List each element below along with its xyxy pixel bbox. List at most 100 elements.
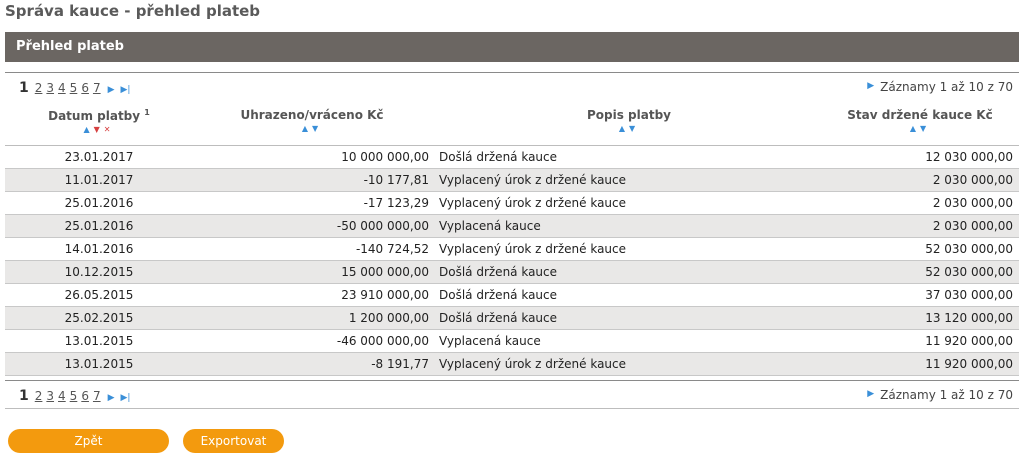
cell-date: 26.05.2015 (64, 288, 134, 302)
cell-description: Došlá držená kauce (439, 288, 558, 302)
page-link-2[interactable]: 2 (35, 81, 43, 95)
last-page-icon[interactable]: ▶| (121, 85, 131, 95)
cell-description: Vyplacený úrok z držené kauce (439, 357, 627, 371)
cell-amount: 1 200 000,00 (348, 311, 429, 325)
cell-balance: 2 030 000,00 (932, 196, 1013, 210)
table-row: 23.01.2017 10 000 000,00 Došlá držená ka… (5, 146, 1019, 169)
cell-description: Vyplacená kauce (439, 334, 541, 348)
cell-amount: -46 000 000,00 (336, 334, 429, 348)
column-header-description: Popis platby ▲▼ (435, 98, 823, 145)
cell-balance: 13 120 000,00 (925, 311, 1013, 325)
cell-description: Došlá držená kauce (439, 150, 558, 164)
pager-bottom: 1 2 3 4 5 6 7 ▶ ▶| ▶ Záznamy 1 až 10 z 70 (5, 380, 1019, 409)
cell-description: Došlá držená kauce (439, 311, 558, 325)
table-row: 13.01.2015 -8 191,77 Vyplacený úrok z dr… (5, 353, 1019, 376)
column-label-description: Popis platby (586, 108, 671, 122)
section-header: Přehled plateb (5, 32, 1019, 62)
cell-date: 11.01.2017 (64, 173, 134, 187)
cell-amount: 15 000 000,00 (341, 265, 429, 279)
records-arrow-icon: ▶ (867, 81, 875, 91)
cell-description: Došlá držená kauce (439, 265, 558, 279)
sort-ascending-icon[interactable]: ▲ (619, 124, 629, 133)
page-current: 1 (19, 388, 29, 404)
last-page-icon[interactable]: ▶| (121, 393, 131, 403)
table-row: 11.01.2017 -10 177,81 Vyplacený úrok z d… (5, 169, 1019, 192)
column-header-date: Datum platby 1 ▲▼✕ (5, 98, 193, 145)
cell-date: 25.01.2016 (64, 196, 134, 210)
remove-sort-icon[interactable]: ✕ (104, 125, 115, 134)
page-link-4[interactable]: 4 (58, 81, 66, 95)
sort-descending-icon[interactable]: ▼ (920, 124, 930, 133)
page-links: 1 2 3 4 5 6 7 ▶ ▶| (19, 80, 133, 96)
sort-ascending-icon[interactable]: ▲ (910, 124, 920, 133)
page-link-7[interactable]: 7 (93, 389, 101, 403)
cell-balance: 52 030 000,00 (925, 242, 1013, 256)
cell-balance: 52 030 000,00 (925, 265, 1013, 279)
column-label-amount: Uhrazeno/vráceno Kč (240, 108, 384, 122)
cell-date: 13.01.2015 (64, 334, 134, 348)
table-row: 25.02.2015 1 200 000,00 Došlá držená kau… (5, 307, 1019, 330)
records-info: ▶ Záznamy 1 až 10 z 70 (867, 388, 1013, 402)
cell-balance: 11 920 000,00 (925, 334, 1013, 348)
sort-descending-icon[interactable]: ▼ (312, 124, 322, 133)
sort-ascending-icon[interactable]: ▲ (83, 125, 93, 134)
records-text: Záznamy 1 až 10 z 70 (880, 80, 1013, 94)
column-label-date: Datum platby (48, 109, 141, 123)
records-arrow-icon: ▶ (867, 389, 875, 399)
page-link-5[interactable]: 5 (70, 389, 78, 403)
records-info: ▶ Záznamy 1 až 10 z 70 (867, 80, 1013, 94)
cell-balance: 2 030 000,00 (932, 219, 1013, 233)
cell-balance: 37 030 000,00 (925, 288, 1013, 302)
cell-description: Vyplacený úrok z držené kauce (439, 242, 627, 256)
cell-date: 25.01.2016 (64, 219, 134, 233)
page-link-5[interactable]: 5 (70, 81, 78, 95)
page-title: Správa kauce - přehled plateb (5, 2, 261, 20)
cell-balance: 12 030 000,00 (925, 150, 1013, 164)
export-button[interactable]: Exportovat (183, 429, 284, 453)
cell-date: 10.12.2015 (64, 265, 134, 279)
next-page-icon[interactable]: ▶ (108, 85, 115, 95)
table-row: 10.12.2015 15 000 000,00 Došlá držená ka… (5, 261, 1019, 284)
table-row: 25.01.2016 -17 123,29 Vyplacený úrok z d… (5, 192, 1019, 215)
page-link-3[interactable]: 3 (46, 389, 54, 403)
page-link-2[interactable]: 2 (35, 389, 43, 403)
cell-amount: -10 177,81 (363, 173, 429, 187)
column-label-balance: Stav držené kauce Kč (847, 108, 993, 122)
payments-table: Datum platby 1 ▲▼✕ Uhrazeno/vráceno Kč ▲… (5, 98, 1019, 376)
cell-description: Vyplacený úrok z držené kauce (439, 173, 627, 187)
cell-balance: 11 920 000,00 (925, 357, 1013, 371)
cell-amount: 23 910 000,00 (341, 288, 429, 302)
cell-date: 23.01.2017 (64, 150, 134, 164)
cell-balance: 2 030 000,00 (932, 173, 1013, 187)
cell-date: 13.01.2015 (64, 357, 134, 371)
table-row: 25.01.2016 -50 000 000,00 Vyplacená kauc… (5, 215, 1019, 238)
table-header: Datum platby 1 ▲▼✕ Uhrazeno/vráceno Kč ▲… (5, 98, 1019, 145)
sort-descending-icon[interactable]: ▼ (94, 125, 104, 134)
table-row: 26.05.2015 23 910 000,00 Došlá držená ka… (5, 284, 1019, 307)
cell-date: 14.01.2016 (64, 242, 134, 256)
page-links: 1 2 3 4 5 6 7 ▶ ▶| (19, 388, 133, 404)
page-current: 1 (19, 80, 29, 96)
page-link-7[interactable]: 7 (93, 81, 101, 95)
cell-amount: -17 123,29 (363, 196, 429, 210)
sort-ascending-icon[interactable]: ▲ (302, 124, 312, 133)
cell-amount: -140 724,52 (355, 242, 429, 256)
records-text: Záznamy 1 až 10 z 70 (880, 388, 1013, 402)
page-link-4[interactable]: 4 (58, 389, 66, 403)
next-page-icon[interactable]: ▶ (108, 393, 115, 403)
back-button[interactable]: Zpět (8, 429, 169, 453)
table-row: 13.01.2015 -46 000 000,00 Vyplacená kauc… (5, 330, 1019, 353)
cell-amount: 10 000 000,00 (341, 150, 429, 164)
sort-descending-icon[interactable]: ▼ (629, 124, 639, 133)
page-link-3[interactable]: 3 (46, 81, 54, 95)
table-body: 23.01.2017 10 000 000,00 Došlá držená ka… (5, 145, 1019, 376)
column-header-amount: Uhrazeno/vráceno Kč ▲▼ (195, 98, 429, 145)
column-header-balance: Stav držené kauce Kč ▲▼ (825, 98, 1015, 145)
sort-order-indicator: 1 (144, 108, 150, 117)
cell-description: Vyplacený úrok z držené kauce (439, 196, 627, 210)
page-link-6[interactable]: 6 (81, 389, 89, 403)
table-row: 14.01.2016 -140 724,52 Vyplacený úrok z … (5, 238, 1019, 261)
cell-description: Vyplacená kauce (439, 219, 541, 233)
page-link-6[interactable]: 6 (81, 81, 89, 95)
cell-amount: -8 191,77 (371, 357, 429, 371)
